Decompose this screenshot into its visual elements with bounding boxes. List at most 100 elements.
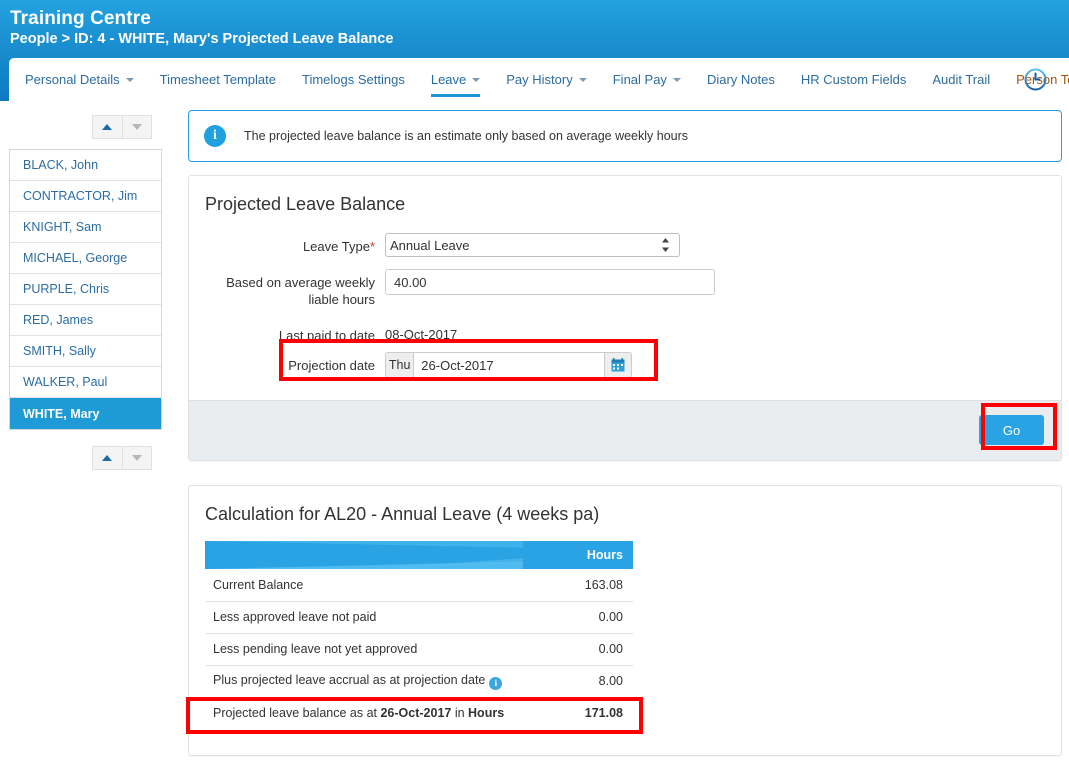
- calculation-row-label: Less pending leave not yet approved: [205, 632, 523, 665]
- chevron-down-icon: [578, 77, 587, 82]
- calculation-table-wrap: Hours Current Balance 163.08 Less approved…: [189, 525, 1061, 755]
- person-list-item[interactable]: WALKER, Paul: [10, 367, 161, 398]
- projection-form: Leave Type* Annual Leave Based on averag…: [189, 215, 1061, 400]
- avg-hours-label-line1: Based on average weekly: [226, 275, 375, 290]
- average-weekly-hours-input[interactable]: [385, 269, 715, 295]
- person-list-item[interactable]: SMITH, Sally: [10, 336, 161, 367]
- tab-personal-details[interactable]: Personal Details: [9, 58, 147, 101]
- active-tab-underline: [430, 94, 481, 97]
- people-page-up-button-bottom[interactable]: [92, 446, 122, 470]
- projected-leave-balance-card: Projected Leave Balance Leave Type* Annu…: [188, 175, 1062, 461]
- breadcrumb: People > ID: 4 - WHITE, Mary's Projected…: [10, 31, 394, 47]
- person-list-item[interactable]: BLACK, John: [10, 150, 161, 181]
- leave-type-row: Leave Type* Annual Leave: [189, 233, 1061, 257]
- leave-type-label: Leave Type*: [189, 233, 385, 255]
- label-mid: in: [451, 706, 469, 721]
- people-page-down-button[interactable]: [121, 115, 152, 139]
- tab-label: HR Custom Fields: [800, 72, 907, 87]
- card-title-projected-leave-balance: Projected Leave Balance: [205, 194, 406, 214]
- people-pager-bottom: [92, 446, 152, 470]
- go-button[interactable]: Go: [979, 415, 1044, 445]
- chevron-down-icon: [672, 77, 681, 82]
- people-list: BLACK, John CONTRACTOR, Jim KNIGHT, Sam MIC…: [9, 149, 162, 430]
- chevron-up-icon: [102, 455, 113, 461]
- calculation-row-label: Current Balance: [205, 569, 523, 601]
- projection-date-input[interactable]: [413, 352, 606, 378]
- person-list-item[interactable]: CONTRACTOR, Jim: [10, 181, 161, 212]
- projection-date-row: Projection date Thu: [189, 352, 1061, 378]
- calculation-row: Less pending leave not yet approved 0.00: [205, 632, 633, 665]
- column-header-hours: Hours: [523, 541, 633, 569]
- column-header-blank: [205, 541, 633, 569]
- calculation-row: Projected leave balance as at 26-Oct-201…: [205, 696, 633, 729]
- label-text: Less approved leave not paid: [213, 610, 377, 624]
- tab-leave[interactable]: Leave: [418, 58, 493, 101]
- calculation-row-amount: 171.08: [523, 696, 633, 729]
- tab-label: Pay History: [506, 72, 573, 87]
- tab-diary-notes[interactable]: Diary Notes: [694, 58, 788, 101]
- calculation-row-amount: 0.00: [523, 600, 633, 633]
- projection-date-day-of-week: Thu: [385, 352, 414, 378]
- tab-list: Personal Details Timesheet Template Timelo…: [9, 58, 1069, 101]
- info-icon[interactable]: i: [489, 676, 503, 690]
- chevron-down-icon: [131, 124, 142, 130]
- tab-timelogs-settings[interactable]: Timelogs Settings: [289, 58, 418, 101]
- people-sidebar: BLACK, John CONTRACTOR, Jim KNIGHT, Sam MIC…: [0, 101, 172, 761]
- average-weekly-hours-row: Based on average weekly liable hours: [189, 269, 1061, 308]
- projection-form-footer: Go: [189, 400, 1061, 460]
- calculation-row-label: Less approved leave not paid: [205, 600, 523, 633]
- info-banner: i The projected leave balance is an esti…: [188, 110, 1062, 162]
- leave-type-label-text: Leave Type: [302, 239, 370, 254]
- person-list-item[interactable]: WHITE, Mary: [10, 398, 161, 429]
- calculation-row-amount: 8.00: [523, 664, 633, 697]
- leave-type-select[interactable]: Annual Leave: [385, 233, 680, 257]
- app-title: Training Centre: [10, 8, 151, 29]
- label-text: Less pending leave not yet approved: [213, 642, 418, 656]
- label-text: Plus projected leave accrual as at proje…: [213, 672, 486, 687]
- calculation-table-body: Current Balance 163.08 Less approved leave…: [205, 569, 633, 729]
- calculation-table: Hours Current Balance 163.08 Less approved…: [205, 541, 633, 729]
- info-banner-text: The projected leave balance is an estima…: [244, 129, 689, 143]
- label-text: Current Balance: [213, 577, 304, 592]
- chevron-down-icon: [131, 455, 142, 461]
- calculation-table-header-row: Hours: [205, 541, 633, 569]
- leave-type-control: Annual Leave: [385, 233, 680, 257]
- chevron-down-icon: [125, 77, 134, 82]
- person-list-item[interactable]: KNIGHT, Sam: [10, 212, 161, 243]
- calculation-row: Plus projected leave accrual as at proje…: [205, 664, 633, 697]
- tab-timesheet-template[interactable]: Timesheet Template: [147, 58, 289, 101]
- calculation-row-amount: 0.00: [523, 632, 633, 665]
- label-unit: Hours: [468, 706, 505, 721]
- projection-date-label: Projection date: [288, 358, 375, 373]
- tab-audit-trail[interactable]: Audit Trail: [919, 58, 1003, 101]
- calendar-icon[interactable]: [605, 352, 632, 378]
- tab-label: Timesheet Template: [159, 72, 276, 87]
- calculation-row: Current Balance 163.08: [205, 569, 633, 601]
- last-paid-to-date-value: 08-Oct-2017: [385, 327, 458, 342]
- person-list-item[interactable]: MICHAEL, George: [10, 243, 161, 274]
- label-prefix: Projected leave balance as at: [213, 706, 381, 721]
- avg-hours-label-line2: liable hours: [308, 292, 376, 307]
- calculation-row: Less approved leave not paid 0.00: [205, 600, 633, 633]
- card-title-calculation: Calculation for AL20 - Annual Leave (4 w…: [205, 504, 600, 524]
- person-list-item[interactable]: RED, James: [10, 305, 161, 336]
- person-list-item[interactable]: PURPLE, Chris: [10, 274, 161, 305]
- clock-icon[interactable]: [1024, 68, 1047, 91]
- chevron-down-icon: [472, 77, 481, 82]
- people-page-down-button-bottom[interactable]: [121, 446, 152, 470]
- tab-hr-custom-fields[interactable]: HR Custom Fields: [788, 58, 919, 101]
- tab-label: Diary Notes: [706, 72, 775, 87]
- main-content: i The projected leave balance is an esti…: [188, 110, 1062, 756]
- calculation-table-head: Hours: [205, 541, 633, 569]
- people-page-up-button[interactable]: [92, 115, 122, 139]
- average-weekly-hours-control: [385, 269, 715, 295]
- label-date: 26-Oct-2017: [380, 706, 452, 721]
- calculation-row-label: Projected leave balance as at 26-Oct-201…: [205, 696, 523, 729]
- tab-nav-strip: Personal Details Timesheet Template Timelo…: [9, 58, 1069, 101]
- tab-label: Final Pay: [612, 72, 667, 87]
- tab-label: Leave: [430, 72, 467, 87]
- tab-final-pay[interactable]: Final Pay: [600, 58, 694, 101]
- average-weekly-hours-label: Based on average weekly liable hours: [189, 269, 385, 308]
- tab-pay-history[interactable]: Pay History: [493, 58, 599, 101]
- projection-date-control: Thu: [385, 352, 632, 378]
